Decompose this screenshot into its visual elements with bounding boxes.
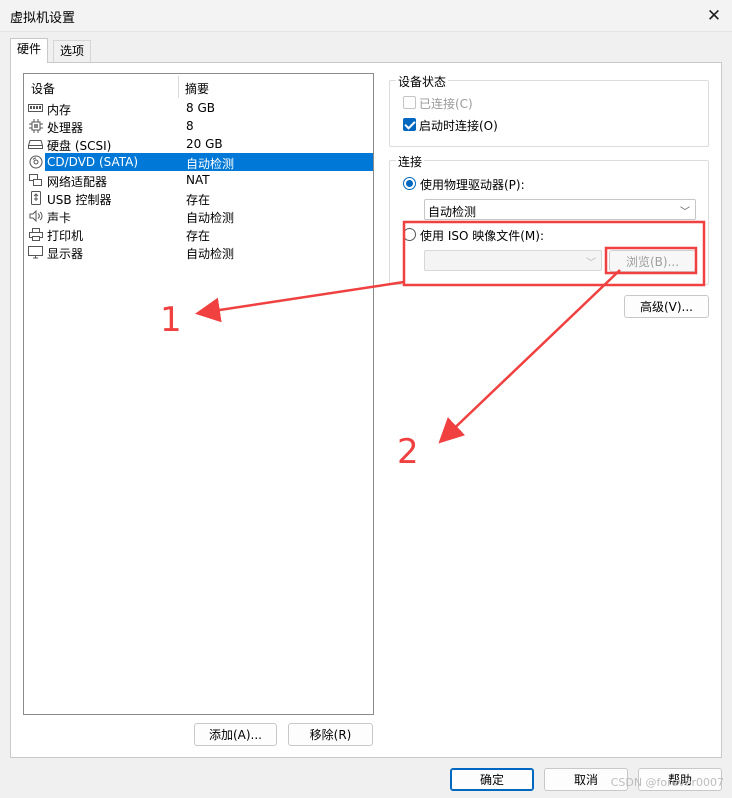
device-summary: 自动检测 bbox=[186, 157, 235, 171]
tab-hardware[interactable]: 硬件 bbox=[10, 38, 49, 63]
physical-drive-select[interactable]: 自动检测 ﹀ bbox=[424, 199, 696, 220]
watermark: CSDN @forever0007 bbox=[610, 776, 724, 789]
annotation-label-1: 1 bbox=[160, 300, 182, 340]
close-button[interactable]: ✕ bbox=[700, 2, 728, 30]
connect-at-power-on-label: 启动时连接(O) bbox=[419, 119, 498, 133]
device-summary: 20 GB bbox=[186, 137, 223, 151]
iso-path-combo[interactable]: ﹀ bbox=[424, 250, 602, 271]
close-icon: ✕ bbox=[706, 6, 722, 26]
connected-label: 已连接(C) bbox=[419, 97, 473, 111]
chevron-down-icon: ﹀ bbox=[586, 258, 596, 269]
device-name: 声卡 bbox=[47, 211, 72, 225]
device-summary: 存在 bbox=[186, 229, 211, 243]
device-row-cd-dvd[interactable]: CD/DVD (SATA) 自动检测 bbox=[28, 153, 373, 171]
advanced-button[interactable]: 高级(V)... bbox=[624, 295, 709, 318]
device-name: USB 控制器 bbox=[47, 193, 112, 207]
use-physical-drive-label: 使用物理驱动器(P): bbox=[420, 178, 525, 192]
use-iso-file-label: 使用 ISO 映像文件(M): bbox=[420, 229, 544, 243]
connection-title: 连接 bbox=[396, 153, 425, 170]
device-status-title: 设备状态 bbox=[396, 73, 449, 90]
memory-icon bbox=[28, 102, 43, 115]
device-summary: 8 bbox=[186, 119, 194, 133]
device-summary: 存在 bbox=[186, 193, 211, 207]
device-row-printer[interactable]: 打印机 存在 bbox=[28, 225, 373, 243]
network-adapter-icon bbox=[28, 174, 43, 187]
use-iso-file-radio[interactable] bbox=[403, 228, 416, 241]
hard-disk-icon bbox=[28, 138, 43, 151]
device-name: CD/DVD (SATA) bbox=[47, 155, 139, 169]
cd-dvd-icon bbox=[28, 155, 43, 169]
column-header-summary[interactable]: 摘要 bbox=[185, 80, 209, 97]
connected-checkbox[interactable] bbox=[403, 96, 416, 109]
device-name: 硬盘 (SCSI) bbox=[47, 139, 112, 153]
printer-icon bbox=[28, 227, 43, 241]
device-status-group bbox=[389, 80, 709, 147]
device-list[interactable]: 设备 摘要 内存 8 GB 处理器 8 硬盘 (SCSI) 20 GB CD/D… bbox=[23, 73, 374, 715]
remove-device-button[interactable]: 移除(R) bbox=[288, 723, 373, 746]
device-name: 内存 bbox=[47, 103, 72, 117]
connect-at-power-on-checkbox[interactable] bbox=[403, 118, 416, 131]
column-separator[interactable] bbox=[178, 76, 179, 98]
device-name: 网络适配器 bbox=[47, 175, 108, 189]
tab-options[interactable]: 选项 bbox=[53, 40, 92, 62]
device-summary: 自动检测 bbox=[186, 247, 235, 261]
display-icon bbox=[28, 245, 43, 259]
physical-drive-value: 自动检测 bbox=[428, 205, 477, 219]
add-device-button[interactable]: 添加(A)... bbox=[194, 723, 277, 746]
title-bar: 虚拟机设置 ✕ bbox=[0, 0, 732, 32]
device-row-memory[interactable]: 内存 8 GB bbox=[28, 99, 373, 117]
device-row-processor[interactable]: 处理器 8 bbox=[28, 117, 373, 135]
sound-card-icon bbox=[28, 210, 43, 223]
annotation-label-2: 2 bbox=[397, 432, 419, 472]
device-summary: 自动检测 bbox=[186, 211, 235, 225]
usb-controller-icon bbox=[28, 191, 43, 205]
device-name: 处理器 bbox=[47, 121, 84, 135]
ok-button[interactable]: 确定 bbox=[450, 768, 534, 791]
device-row-usb-controller[interactable]: USB 控制器 存在 bbox=[28, 189, 373, 207]
device-summary: 8 GB bbox=[186, 101, 215, 115]
chevron-down-icon: ﹀ bbox=[680, 207, 690, 218]
device-row-display[interactable]: 显示器 自动检测 bbox=[28, 243, 373, 261]
device-name: 打印机 bbox=[47, 229, 84, 243]
window-title: 虚拟机设置 bbox=[10, 11, 76, 26]
device-name: 显示器 bbox=[47, 247, 84, 261]
tab-options-label: 选项 bbox=[60, 44, 85, 58]
device-list-header: 设备 摘要 bbox=[24, 74, 373, 98]
column-header-device[interactable]: 设备 bbox=[31, 80, 55, 97]
processor-icon bbox=[28, 119, 43, 133]
device-summary: NAT bbox=[186, 173, 210, 187]
use-physical-drive-radio[interactable] bbox=[403, 177, 416, 190]
device-row-network-adapter[interactable]: 网络适配器 NAT bbox=[28, 171, 373, 189]
device-row-sound-card[interactable]: 声卡 自动检测 bbox=[28, 207, 373, 225]
tab-hardware-label: 硬件 bbox=[17, 42, 42, 56]
device-row-hard-disk[interactable]: 硬盘 (SCSI) 20 GB bbox=[28, 135, 373, 153]
browse-button[interactable]: 浏览(B)... bbox=[609, 250, 696, 272]
